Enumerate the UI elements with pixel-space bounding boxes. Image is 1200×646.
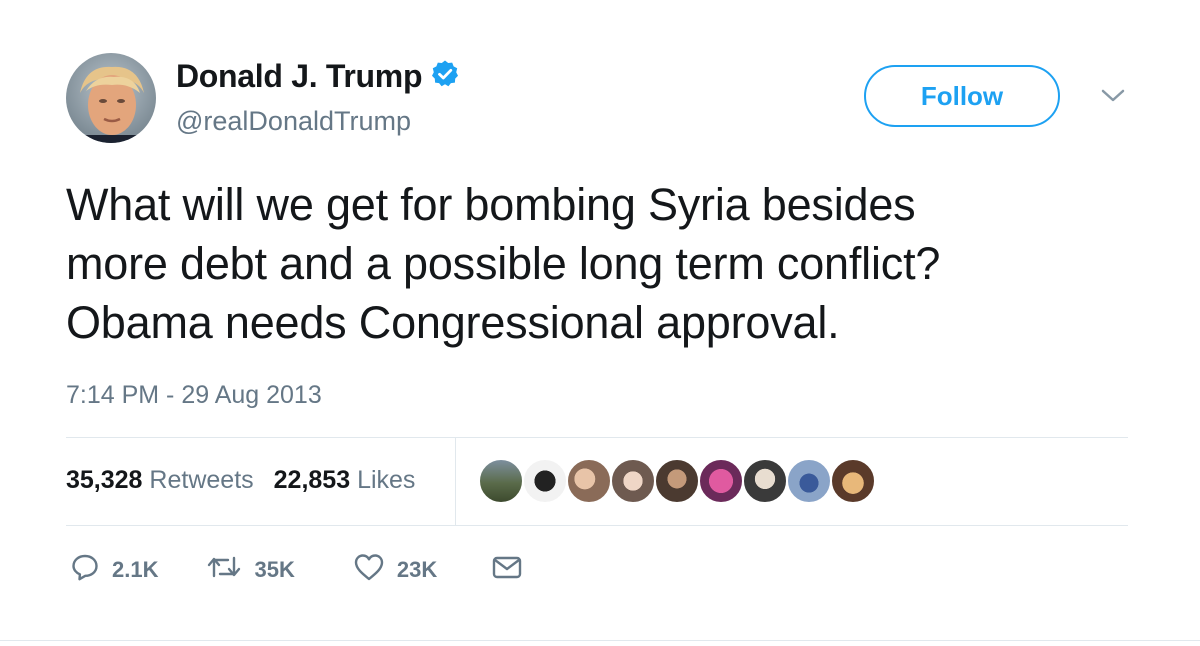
author-name-row[interactable]: Donald J. Trump bbox=[176, 58, 460, 95]
divider bbox=[66, 437, 1128, 438]
follow-button[interactable]: Follow bbox=[864, 65, 1060, 127]
timestamp[interactable]: 7:14 PM - 29 Aug 2013 bbox=[66, 381, 322, 410]
direct-message-button[interactable] bbox=[491, 553, 523, 587]
tweet-text-line: more debt and a possible long term confl… bbox=[66, 238, 941, 289]
retweets-count: 35,328 bbox=[66, 466, 143, 494]
like-button[interactable]: 23K bbox=[353, 552, 437, 588]
liker-avatar[interactable] bbox=[786, 458, 832, 504]
stats-row: 35,328 Retweets 22,853 Likes bbox=[66, 466, 415, 495]
display-name[interactable]: Donald J. Trump bbox=[176, 58, 423, 95]
stats-separator bbox=[455, 437, 456, 525]
verified-badge-icon bbox=[430, 59, 460, 94]
retweets-stat[interactable]: 35,328 Retweets bbox=[66, 466, 254, 495]
liker-avatar[interactable] bbox=[830, 458, 876, 504]
handle[interactable]: @realDonaldTrump bbox=[176, 106, 411, 137]
avatar[interactable] bbox=[66, 53, 156, 143]
likes-label: Likes bbox=[357, 466, 416, 494]
heart-icon bbox=[353, 552, 385, 588]
reply-icon bbox=[70, 552, 100, 588]
liker-avatar[interactable] bbox=[698, 458, 744, 504]
reply-button[interactable]: 2.1K bbox=[70, 552, 158, 588]
liker-avatar[interactable] bbox=[742, 458, 788, 504]
reply-count: 2.1K bbox=[112, 557, 159, 582]
bottom-border bbox=[0, 640, 1200, 641]
liker-avatars bbox=[478, 458, 876, 504]
likes-stat[interactable]: 22,853 Likes bbox=[274, 466, 416, 495]
envelope-icon bbox=[491, 553, 523, 587]
tweet-text-line: Obama needs Congressional approval. bbox=[66, 297, 840, 348]
liker-avatar[interactable] bbox=[478, 458, 524, 504]
like-count: 23K bbox=[396, 557, 438, 582]
liker-avatar[interactable] bbox=[566, 458, 612, 504]
chevron-down-icon[interactable] bbox=[1100, 88, 1126, 109]
retweet-icon bbox=[206, 552, 242, 588]
retweets-label: Retweets bbox=[149, 466, 254, 494]
liker-avatar[interactable] bbox=[610, 458, 656, 504]
tweet-text: What will we get for bombing Syria besid… bbox=[66, 175, 1166, 352]
liker-avatar[interactable] bbox=[654, 458, 700, 504]
liker-avatar[interactable] bbox=[522, 458, 568, 504]
retweet-count: 35K bbox=[254, 557, 295, 582]
action-bar: 2.1K 35K 23K bbox=[70, 552, 523, 588]
tweet-text-line: What will we get for bombing Syria besid… bbox=[66, 179, 916, 230]
tweet-card: Donald J. Trump @realDonaldTrump Follow … bbox=[0, 0, 1200, 646]
divider bbox=[66, 525, 1128, 526]
likes-count: 22,853 bbox=[273, 466, 351, 494]
retweet-button[interactable]: 35K bbox=[206, 552, 295, 588]
